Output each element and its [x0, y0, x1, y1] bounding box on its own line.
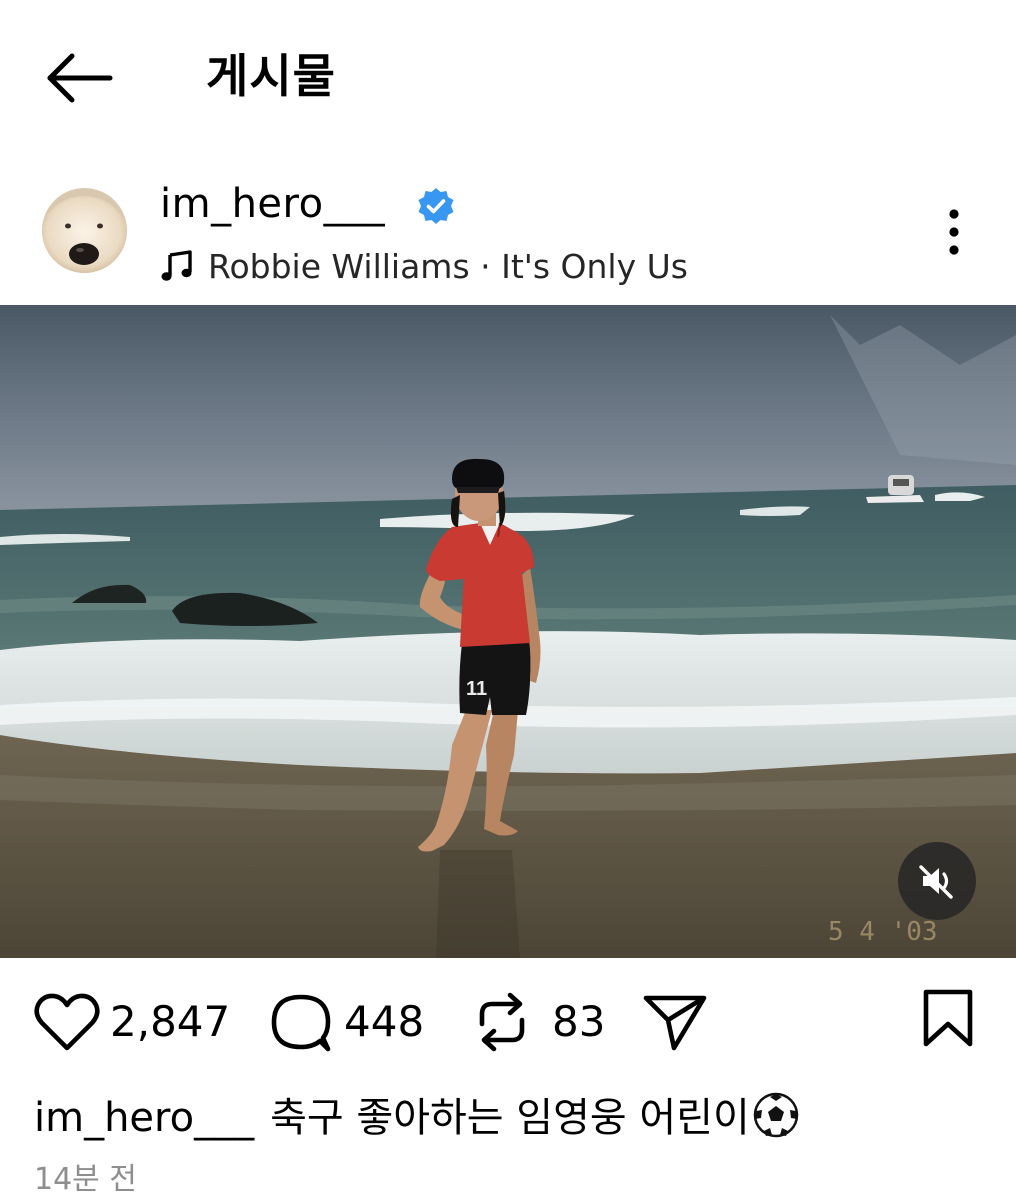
soccer-ball-icon: [752, 1091, 800, 1139]
heart-icon: [34, 993, 100, 1051]
repost-count: 83: [552, 997, 606, 1046]
post-media[interactable]: 11 5 4 '03: [0, 305, 1016, 958]
send-icon: [643, 995, 707, 1051]
music-link[interactable]: Robbie Williams · It's Only Us: [160, 242, 688, 290]
caption-username[interactable]: im_hero___: [34, 1095, 254, 1141]
post-timestamp: 14분 전: [34, 1162, 137, 1197]
save-button[interactable]: [920, 986, 976, 1050]
mute-toggle-button[interactable]: [898, 842, 976, 920]
music-label: Robbie Williams · It's Only Us: [208, 246, 688, 286]
more-options-button[interactable]: [934, 206, 974, 258]
beach-photo: 11 5 4 '03: [0, 305, 1016, 958]
caption-text: 축구 좋아하는 임영웅 어린이: [270, 1095, 750, 1141]
post-username[interactable]: im_hero___: [160, 178, 385, 230]
verified-badge-icon: [416, 186, 456, 226]
bookmark-icon: [923, 989, 973, 1047]
more-vertical-icon: [949, 209, 959, 255]
photo-date-stamp: 5 4 '03: [828, 917, 938, 947]
comment-button[interactable]: 448: [268, 990, 424, 1054]
comment-count: 448: [344, 997, 425, 1046]
comment-bubble-icon: [271, 994, 331, 1052]
repost-button[interactable]: 83: [472, 990, 605, 1054]
music-note-icon: [161, 250, 192, 281]
repost-icon: [479, 992, 525, 1052]
svg-text:11: 11: [466, 678, 487, 700]
share-button[interactable]: [640, 990, 710, 1054]
like-count: 2,847: [110, 997, 231, 1046]
post-caption: im_hero___ 축구 좋아하는 임영웅 어린이: [34, 1088, 800, 1148]
like-button[interactable]: 2,847: [34, 990, 230, 1054]
page-title: 게시물: [206, 49, 336, 103]
arrow-left-icon: [47, 53, 113, 103]
avatar[interactable]: [42, 188, 127, 273]
speaker-muted-icon: [919, 865, 953, 899]
back-button[interactable]: [40, 48, 116, 108]
